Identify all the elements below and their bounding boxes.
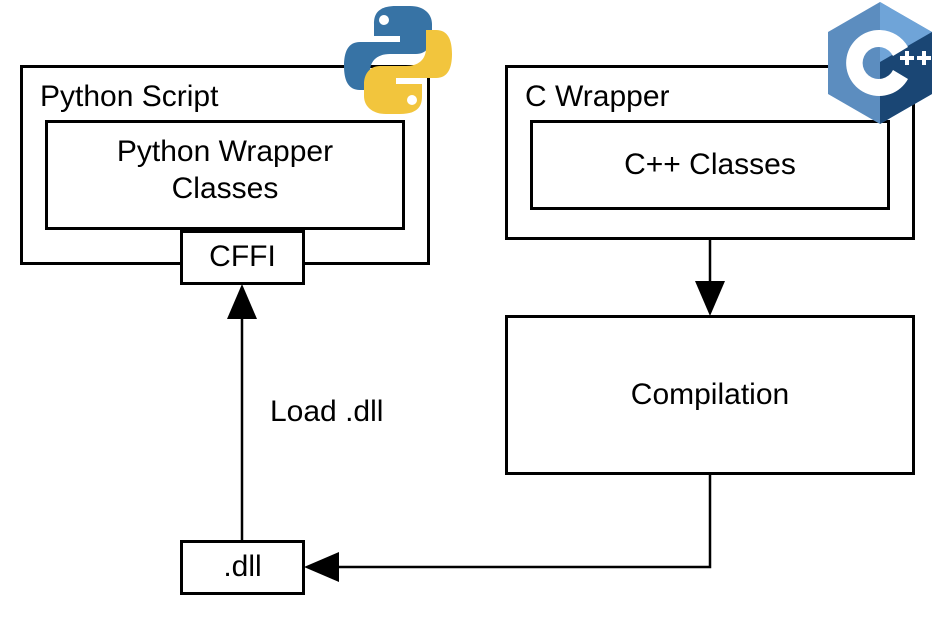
dll-label: .dll (180, 550, 305, 585)
cpp-logo-icon (820, 0, 940, 128)
load-dll-label: Load .dll (270, 395, 383, 430)
python-wrapper-classes-label-line2: Classes (45, 172, 405, 207)
python-wrapper-classes-label-line1: Python Wrapper (45, 135, 405, 170)
compilation-label: Compilation (505, 378, 915, 413)
python-logo-icon (338, 0, 458, 120)
cffi-label: CFFI (180, 240, 305, 275)
arrow-compilation-to-dll (309, 475, 710, 567)
cpp-classes-label: C++ Classes (530, 148, 890, 183)
python-script-title: Python Script (40, 80, 218, 115)
diagram-stage: Python Script Python Wrapper Classes CFF… (0, 0, 943, 632)
c-wrapper-title: C Wrapper (525, 80, 670, 115)
